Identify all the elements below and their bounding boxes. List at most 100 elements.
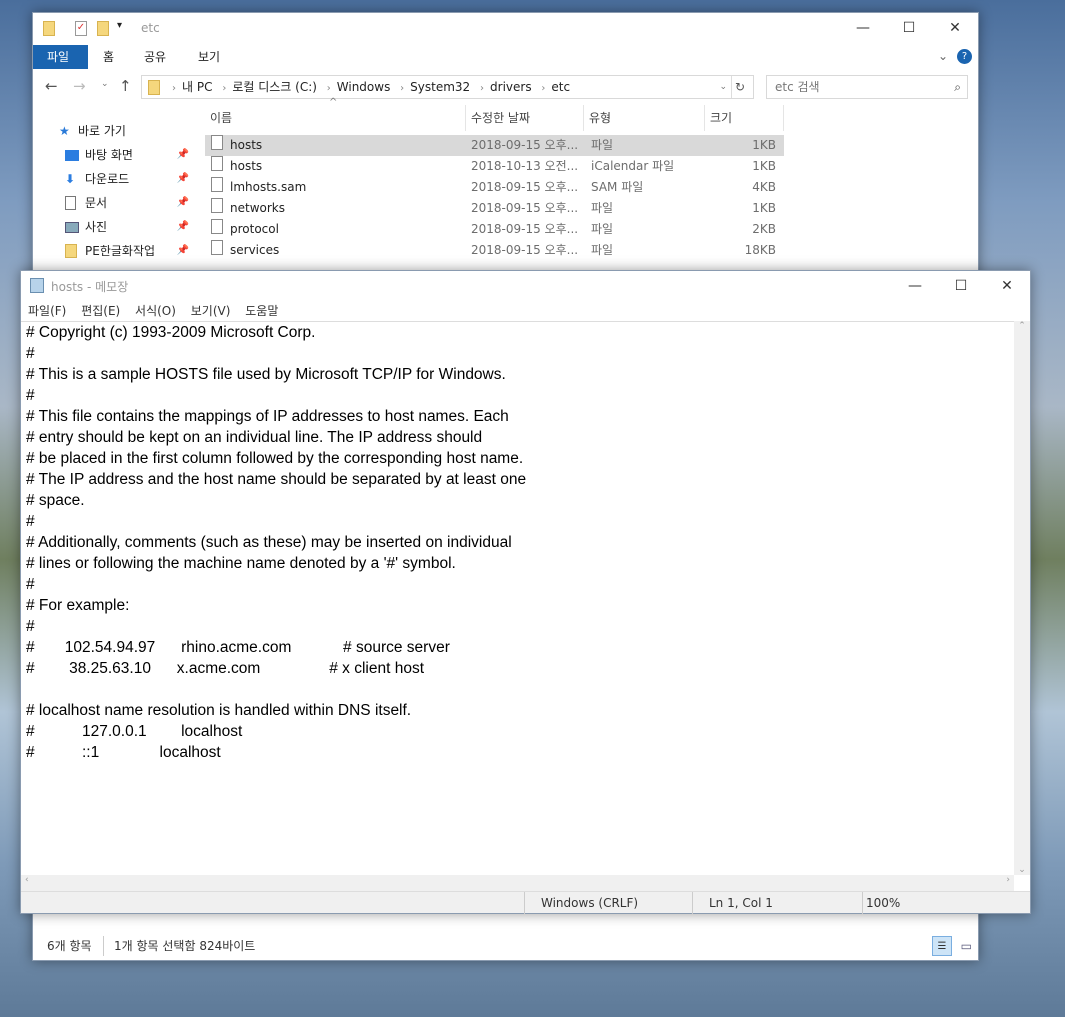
file-row[interactable]: lmhosts.sam 2018-09-15 오후... SAM 파일 4KB [205, 177, 784, 198]
details-view-button[interactable]: ☰ [932, 936, 952, 956]
file-row[interactable]: services 2018-09-15 오후... 파일 18KB [205, 240, 784, 261]
help-icon[interactable]: ? [957, 49, 972, 64]
cursor-position: Ln 1, Col 1 [692, 892, 862, 914]
scroll-left-icon[interactable]: ‹ [25, 875, 29, 885]
file-date: 2018-09-15 오후... [471, 201, 579, 215]
scroll-down-icon[interactable]: ⌄ [1014, 865, 1030, 875]
menu-format[interactable]: 서식(O) [135, 304, 176, 318]
notepad-title-bar: hosts - 메모장 — ☐ ✕ [21, 271, 1030, 303]
navigation-pane: ★ 바로 가기 바탕 화면 📌 ⬇ 다운로드 📌 문서 📌 사진 📌 PE한글화작업 📌 [33, 119, 193, 263]
sidebar-item-label: 문서 [85, 196, 108, 210]
file-row[interactable]: protocol 2018-09-15 오후... 파일 2KB [205, 219, 784, 240]
text-line: # This file contains the mappings of IP … [26, 408, 509, 425]
file-type: iCalendar 파일 [591, 159, 675, 173]
item-count: 6개 항목 [47, 939, 92, 953]
breadcrumb-windows[interactable]: Windows [337, 80, 391, 94]
text-line: # [26, 576, 35, 593]
column-name[interactable]: 이름 [205, 105, 466, 131]
file-name: networks [230, 201, 285, 215]
file-icon [211, 219, 223, 234]
menu-edit[interactable]: 편집(E) [81, 304, 120, 318]
tab-view[interactable]: 보기 [184, 45, 234, 69]
minimize-button[interactable]: — [892, 271, 938, 301]
download-icon: ⬇ [65, 172, 76, 186]
search-placeholder: etc 검색 [775, 80, 820, 94]
file-name: lmhosts.sam [230, 180, 307, 194]
breadcrumb-etc[interactable]: etc [551, 80, 570, 94]
file-type: 파일 [591, 138, 614, 152]
column-size[interactable]: 크기 [705, 105, 784, 131]
horizontal-scrollbar[interactable]: ‹ › [21, 875, 1014, 891]
maximize-button[interactable]: ☐ [886, 13, 932, 43]
maximize-button[interactable]: ☐ [938, 271, 984, 301]
tab-share[interactable]: 공유 [130, 45, 180, 69]
menu-file[interactable]: 파일(F) [28, 304, 66, 318]
properties-icon[interactable]: ✓ [75, 21, 87, 36]
scroll-up-icon[interactable]: ⌃ [1014, 321, 1030, 331]
quick-access-dropdown-icon[interactable]: ▾ [117, 20, 122, 31]
scroll-right-icon[interactable]: › [1006, 875, 1010, 885]
expand-ribbon-icon[interactable]: ⌄ [938, 49, 948, 63]
close-button[interactable]: ✕ [932, 13, 978, 43]
vertical-scrollbar[interactable]: ⌃ ⌄ [1014, 321, 1030, 875]
search-input[interactable]: etc 검색 ⌕ [766, 75, 968, 99]
sidebar-item-downloads[interactable]: ⬇ 다운로드 📌 [33, 167, 193, 191]
file-icon [211, 198, 223, 213]
sidebar-item-documents[interactable]: 문서 📌 [33, 191, 193, 215]
sidebar-item-quick-access[interactable]: ★ 바로 가기 [33, 119, 193, 143]
pin-icon[interactable]: 📌 [177, 215, 189, 239]
up-button[interactable]: ↑ [119, 77, 132, 95]
back-button[interactable]: ← [45, 77, 58, 95]
file-size: 1KB [752, 138, 776, 152]
tab-file[interactable]: 파일 [33, 45, 88, 69]
file-size: 1KB [752, 201, 776, 215]
column-date-modified[interactable]: 수정한 날짜 [466, 105, 584, 131]
file-size: 4KB [752, 180, 776, 194]
forward-button[interactable]: → [73, 77, 86, 95]
column-type[interactable]: 유형 [584, 105, 705, 131]
notepad-status-bar: Windows (CRLF) Ln 1, Col 1 100% [21, 891, 1030, 914]
file-date: 2018-10-13 오전... [471, 159, 579, 173]
document-icon [65, 196, 76, 210]
large-icons-view-button[interactable]: ▭ [961, 936, 972, 956]
recent-locations-icon[interactable]: ⌄ [101, 79, 109, 89]
file-row[interactable]: networks 2018-09-15 오후... 파일 1KB [205, 198, 784, 219]
pin-icon[interactable]: 📌 [177, 191, 189, 215]
breadcrumb-this-pc[interactable]: 내 PC [182, 80, 212, 94]
text-line: # lines or following the machine name de… [26, 555, 456, 572]
breadcrumb-local-disk[interactable]: 로컬 디스크 (C:) [232, 80, 317, 94]
file-row[interactable]: hosts 2018-10-13 오전... iCalendar 파일 1KB [205, 156, 784, 177]
minimize-button[interactable]: — [840, 13, 886, 43]
file-date: 2018-09-15 오후... [471, 180, 579, 194]
file-icon [211, 177, 223, 192]
tab-home[interactable]: 홈 [89, 45, 128, 69]
menu-help[interactable]: 도움말 [245, 304, 278, 318]
notepad-icon [30, 278, 44, 293]
pin-icon[interactable]: 📌 [177, 167, 189, 191]
file-row[interactable]: hosts 2018-09-15 오후... 파일 1KB [205, 135, 784, 156]
breadcrumb-drivers[interactable]: drivers [490, 80, 532, 94]
file-name: hosts [230, 159, 263, 173]
close-button[interactable]: ✕ [984, 271, 1030, 301]
address-bar[interactable]: › 내 PC › 로컬 디스크 (C:) › Windows › System32 › d… [141, 75, 754, 99]
file-size: 18KB [744, 243, 776, 257]
explorer-title-bar: ✓ ▾ etc — ☐ ✕ [33, 13, 978, 45]
sidebar-item-label: 바탕 화면 [85, 148, 133, 162]
sidebar-item-pe-folder[interactable]: PE한글화작업 📌 [33, 239, 193, 263]
menu-view[interactable]: 보기(V) [191, 304, 231, 318]
refresh-icon[interactable]: ↻ [730, 76, 745, 98]
text-line: # [26, 387, 35, 404]
pin-icon[interactable]: 📌 [177, 239, 189, 263]
pin-icon[interactable]: 📌 [177, 143, 189, 167]
new-folder-icon[interactable] [97, 21, 109, 36]
text-editor[interactable]: # Copyright (c) 1993-2009 Microsoft Corp… [21, 321, 1014, 875]
encoding-status: Windows (CRLF) [524, 892, 692, 914]
sidebar-item-desktop[interactable]: 바탕 화면 📌 [33, 143, 193, 167]
text-line: # entry should be kept on an individual … [26, 429, 483, 446]
breadcrumb-system32[interactable]: System32 [410, 80, 470, 94]
sidebar-item-pictures[interactable]: 사진 📌 [33, 215, 193, 239]
address-dropdown-icon[interactable]: ⌄ [719, 76, 727, 98]
text-line: # 38.25.63.10 x.acme.com # x client host [26, 660, 425, 677]
file-icon [211, 156, 223, 171]
sidebar-item-label: PE한글화작업 [85, 244, 156, 258]
